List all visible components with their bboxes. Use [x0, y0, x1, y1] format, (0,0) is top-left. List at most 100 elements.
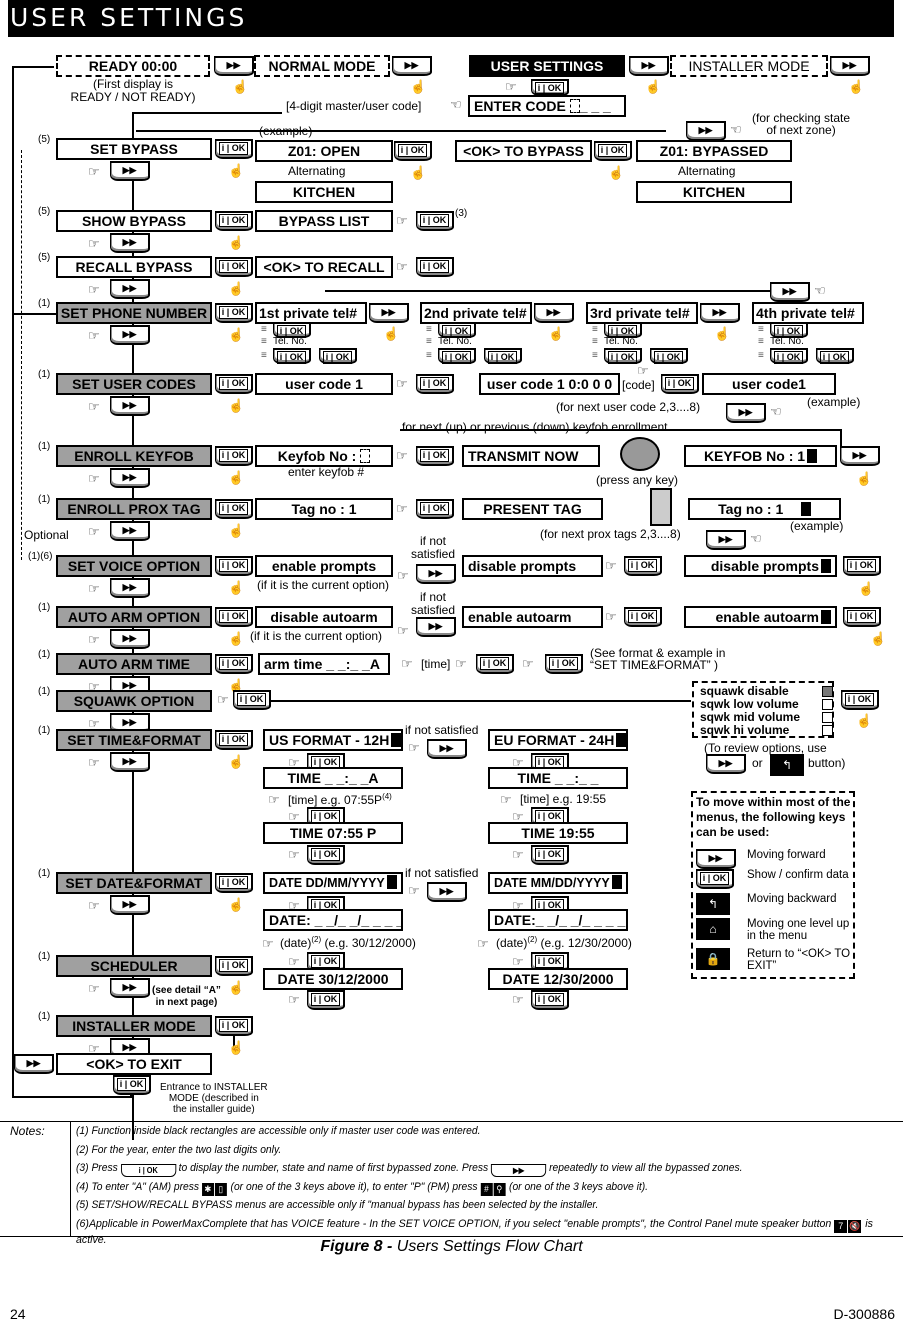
- ok-key[interactable]: i | OK: [661, 374, 699, 394]
- forward-key[interactable]: ▶▶: [110, 978, 150, 998]
- forward-key[interactable]: ▶▶: [110, 895, 150, 915]
- forward-key[interactable]: ▶▶: [110, 279, 150, 299]
- ok-key[interactable]: i | OK: [416, 211, 454, 231]
- forward-key[interactable]: ▶▶: [629, 56, 669, 76]
- ok-key[interactable]: i | OK: [770, 348, 808, 364]
- ok-key[interactable]: i | OK: [394, 141, 432, 161]
- menu-set-bypass[interactable]: SET BYPASS: [56, 138, 212, 160]
- ok-key[interactable]: i | OK: [215, 499, 253, 519]
- ok-key[interactable]: i | OK: [215, 956, 253, 976]
- ok-key[interactable]: i | OK: [604, 348, 642, 364]
- menu-squawk-option[interactable]: SQUAWK OPTION: [56, 690, 212, 712]
- eu-time-field[interactable]: TIME _ _:_ _: [488, 767, 628, 789]
- forward-key[interactable]: ▶▶: [110, 161, 150, 181]
- menu-set-date-format[interactable]: SET DATE&FORMAT: [56, 872, 212, 894]
- forward-key[interactable]: ▶▶: [706, 754, 746, 774]
- ok-key[interactable]: i | OK: [416, 446, 454, 466]
- menu-set-phone-number[interactable]: SET PHONE NUMBER: [56, 302, 212, 324]
- menu-recall-bypass[interactable]: RECALL BYPASS: [56, 256, 212, 278]
- forward-key[interactable]: ▶▶: [427, 882, 467, 902]
- forward-key[interactable]: ▶▶: [110, 468, 150, 488]
- ok-key[interactable]: i | OK: [215, 257, 253, 277]
- ok-key[interactable]: i | OK: [215, 654, 253, 674]
- menu-auto-arm-time[interactable]: AUTO ARM TIME: [56, 653, 212, 675]
- ok-key[interactable]: i | OK: [624, 607, 662, 627]
- ok-key[interactable]: i | OK: [215, 446, 253, 466]
- ok-key[interactable]: i | OK: [650, 348, 688, 364]
- ok-key[interactable]: i | OK: [476, 654, 514, 674]
- date-dd-field[interactable]: DATE: _ _/_ _/_ _ _ _: [263, 909, 403, 931]
- menu-set-user-codes[interactable]: SET USER CODES: [56, 373, 212, 395]
- user-code-entry-display[interactable]: user code 1 0:0 0 0: [479, 373, 620, 395]
- ok-key[interactable]: i | OK: [594, 141, 632, 161]
- forward-key[interactable]: ▶▶: [686, 121, 726, 141]
- ok-key[interactable]: i | OK: [841, 690, 879, 710]
- ok-key[interactable]: i | OK: [531, 79, 569, 96]
- menu-set-voice-option[interactable]: SET VOICE OPTION: [56, 555, 212, 577]
- ok-key[interactable]: i | OK: [843, 607, 881, 627]
- arm-time-field[interactable]: arm time _ _:_ _A: [258, 653, 390, 675]
- ok-key[interactable]: i | OK: [215, 556, 253, 576]
- menu-auto-arm-option[interactable]: AUTO ARM OPTION: [56, 606, 212, 628]
- forward-key[interactable]: ▶▶: [214, 56, 254, 76]
- menu-set-time-format[interactable]: SET TIME&FORMAT: [56, 729, 212, 751]
- us-time-field[interactable]: TIME _ _:_ _A: [263, 767, 403, 789]
- menu-scheduler[interactable]: SCHEDULER: [56, 955, 212, 977]
- forward-key[interactable]: ▶▶: [416, 564, 456, 584]
- ok-key[interactable]: i | OK: [113, 1075, 151, 1095]
- squawk-option-item[interactable]: squawk disable: [700, 684, 833, 698]
- menu-show-bypass[interactable]: SHOW BYPASS: [56, 210, 212, 232]
- ok-key[interactable]: i | OK: [438, 348, 476, 364]
- ok-key[interactable]: i | OK: [307, 845, 345, 865]
- forward-key[interactable]: ▶▶: [770, 282, 810, 302]
- ok-key[interactable]: i | OK: [307, 990, 345, 1010]
- forward-key[interactable]: ▶▶: [110, 521, 150, 541]
- ok-key[interactable]: i | OK: [215, 303, 253, 323]
- forward-key[interactable]: ▶▶: [110, 233, 150, 253]
- forward-key[interactable]: ▶▶: [110, 752, 150, 772]
- ok-key[interactable]: i | OK: [215, 873, 253, 893]
- forward-key[interactable]: ▶▶: [427, 739, 467, 759]
- ok-key[interactable]: i | OK: [215, 607, 253, 627]
- forward-key[interactable]: ▶▶: [830, 56, 870, 76]
- ok-key[interactable]: i | OK: [319, 348, 357, 364]
- forward-key[interactable]: ▶▶: [110, 578, 150, 598]
- forward-key[interactable]: ▶▶: [14, 1054, 54, 1074]
- ok-key[interactable]: i | OK: [531, 845, 569, 865]
- ok-key[interactable]: i | OK: [843, 556, 881, 576]
- ok-key[interactable]: i | OK: [215, 211, 253, 231]
- squawk-option-item[interactable]: sqwk mid volume: [700, 710, 833, 724]
- forward-key[interactable]: ▶▶: [110, 325, 150, 345]
- forward-key[interactable]: ▶▶: [110, 396, 150, 416]
- ok-key[interactable]: i | OK: [215, 1016, 253, 1036]
- forward-key[interactable]: ▶▶: [534, 303, 574, 323]
- forward-key[interactable]: ▶▶: [840, 446, 880, 466]
- forward-key[interactable]: ▶▶: [726, 403, 766, 423]
- squawk-option-item[interactable]: sqwk hi volume: [700, 723, 833, 737]
- menu-enroll-keyfob[interactable]: ENROLL KEYFOB: [56, 445, 212, 467]
- ok-key[interactable]: i | OK: [531, 990, 569, 1010]
- ok-key[interactable]: i | OK: [545, 654, 583, 674]
- ok-key[interactable]: i | OK: [215, 374, 253, 394]
- forward-key[interactable]: ▶▶: [110, 629, 150, 649]
- ok-key[interactable]: i | OK: [484, 348, 522, 364]
- forward-key[interactable]: ▶▶: [416, 617, 456, 637]
- forward-key[interactable]: ▶▶: [706, 530, 746, 550]
- ok-key[interactable]: i | OK: [233, 690, 271, 710]
- ok-key[interactable]: i | OK: [416, 374, 454, 394]
- menu-ok-to-exit[interactable]: <OK> TO EXIT: [56, 1053, 212, 1075]
- forward-key[interactable]: ▶▶: [392, 56, 432, 76]
- ok-key[interactable]: i | OK: [215, 139, 253, 159]
- ok-key[interactable]: i | OK: [215, 730, 253, 750]
- ok-key[interactable]: i | OK: [416, 257, 454, 277]
- forward-key[interactable]: ▶▶: [369, 303, 409, 323]
- ok-key[interactable]: i | OK: [273, 348, 311, 364]
- menu-enroll-prox-tag[interactable]: ENROLL PROX TAG: [56, 498, 212, 520]
- ok-key[interactable]: i | OK: [416, 499, 454, 519]
- ok-key[interactable]: i | OK: [624, 556, 662, 576]
- date-mm-field[interactable]: DATE:_ _/_ _/_ _ _ _: [488, 909, 628, 931]
- ok-key[interactable]: i | OK: [816, 348, 854, 364]
- menu-installer-mode[interactable]: INSTALLER MODE: [56, 1015, 212, 1037]
- squawk-option-item[interactable]: sqwk low volume: [700, 697, 833, 711]
- forward-key[interactable]: ▶▶: [700, 303, 740, 323]
